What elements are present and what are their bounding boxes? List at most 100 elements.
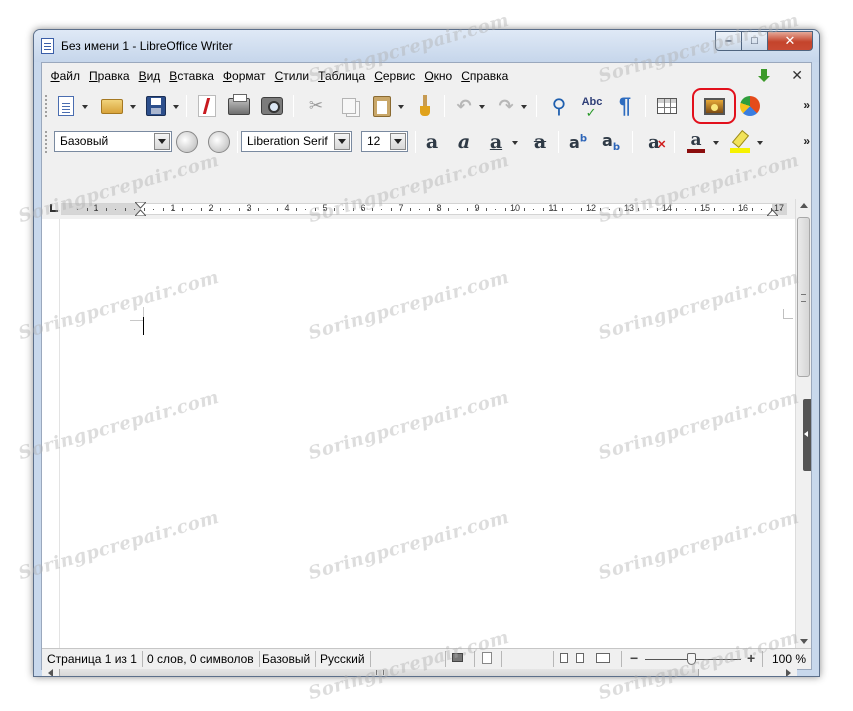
clear-formatting-button[interactable]: a bbox=[642, 130, 666, 154]
menu-help[interactable]: Справка bbox=[457, 69, 513, 83]
superscript-button[interactable]: ab bbox=[566, 130, 590, 154]
copy-button[interactable] bbox=[337, 94, 361, 118]
bold-button[interactable]: a bbox=[420, 130, 444, 154]
tab-stop-selector-icon[interactable] bbox=[50, 204, 58, 212]
find-replace-button[interactable]: ⚲ bbox=[547, 94, 571, 118]
status-insert-mode[interactable] bbox=[369, 651, 446, 667]
menu-window[interactable]: Окно bbox=[420, 69, 457, 83]
ruler-tick bbox=[457, 209, 458, 210]
print-preview-icon bbox=[261, 97, 283, 115]
print-preview-button[interactable] bbox=[260, 94, 284, 118]
menu-view[interactable]: Вид bbox=[134, 69, 165, 83]
highlight-dropdown-arrow[interactable] bbox=[757, 141, 763, 145]
open-dropdown-arrow[interactable] bbox=[130, 105, 136, 109]
print-button[interactable] bbox=[227, 93, 251, 118]
underline-dropdown-arrow[interactable] bbox=[512, 141, 518, 145]
scroll-right-arrow-icon[interactable] bbox=[786, 669, 791, 676]
ruler-tick bbox=[276, 208, 278, 211]
minimize-button[interactable]: ‒ bbox=[715, 31, 742, 51]
status-zoom-level[interactable]: 100 % bbox=[762, 651, 811, 667]
toolbar-grip[interactable] bbox=[45, 131, 49, 153]
scroll-left-arrow-icon[interactable] bbox=[48, 669, 53, 676]
new-dropdown-arrow[interactable] bbox=[82, 105, 88, 109]
update-style-button[interactable] bbox=[175, 130, 199, 154]
ruler-tick bbox=[656, 208, 658, 211]
chevron-down-icon bbox=[394, 139, 402, 144]
ruler-tick bbox=[305, 209, 306, 210]
zoom-out-button[interactable]: − bbox=[630, 650, 638, 666]
font-size-select[interactable]: 12 bbox=[361, 131, 408, 152]
redo-dropdown-arrow[interactable] bbox=[521, 105, 527, 109]
standard-toolbar-overflow-button[interactable]: » bbox=[803, 98, 809, 112]
title-bar[interactable]: Без имени 1 - LibreOffice Writer ‒ □ ✕ bbox=[34, 30, 819, 62]
ruler-tick bbox=[162, 208, 164, 211]
underline-button[interactable]: a bbox=[484, 130, 508, 154]
menu-file[interactable]: Файл bbox=[46, 69, 85, 83]
insert-chart-button[interactable] bbox=[738, 94, 762, 118]
menu-edit[interactable]: Правка bbox=[85, 69, 135, 83]
open-button[interactable] bbox=[100, 94, 124, 118]
paragraph-style-dropdown-button[interactable] bbox=[154, 133, 170, 150]
close-button[interactable]: ✕ bbox=[768, 31, 813, 51]
redo-button[interactable]: ↷ bbox=[494, 94, 518, 118]
ruler-right-indent-marker[interactable] bbox=[767, 202, 778, 216]
menu-styles[interactable]: Стили bbox=[270, 69, 314, 83]
cut-button[interactable]: ✂ bbox=[304, 94, 328, 118]
clone-formatting-button[interactable] bbox=[413, 94, 437, 118]
close-document-button[interactable]: ✕ bbox=[791, 67, 803, 84]
status-page-count[interactable]: Страница 1 из 1 bbox=[42, 651, 143, 667]
ruler-tick bbox=[115, 209, 116, 210]
new-document-button[interactable] bbox=[54, 94, 78, 118]
status-page-style[interactable]: Базовый bbox=[257, 651, 317, 667]
strikethrough-icon: a bbox=[533, 130, 547, 153]
save-dropdown-arrow[interactable] bbox=[173, 105, 179, 109]
ruler-tick bbox=[637, 208, 639, 211]
document-workspace[interactable] bbox=[42, 219, 797, 649]
undo-button[interactable]: ↶ bbox=[452, 94, 476, 118]
subscript-button[interactable]: ab bbox=[599, 130, 623, 154]
highlight-color-button[interactable] bbox=[728, 130, 752, 154]
spellcheck-button[interactable]: Abc bbox=[580, 94, 604, 121]
font-size-dropdown-button[interactable] bbox=[390, 133, 406, 150]
paste-button[interactable] bbox=[370, 94, 394, 118]
font-name-dropdown-button[interactable] bbox=[334, 133, 350, 150]
new-style-button[interactable] bbox=[207, 130, 231, 154]
menu-insert[interactable]: Вставка bbox=[165, 69, 219, 83]
insert-image-button[interactable] bbox=[702, 94, 726, 118]
font-name-select[interactable]: Liberation Serif bbox=[241, 131, 352, 152]
formatting-toolbar-overflow-button[interactable]: » bbox=[803, 134, 809, 148]
sidebar-toggle-handle[interactable] bbox=[803, 399, 811, 471]
zoom-in-button[interactable]: + bbox=[747, 650, 755, 666]
ruler-number: 10 bbox=[509, 203, 521, 213]
paste-dropdown-arrow[interactable] bbox=[398, 105, 404, 109]
status-signature[interactable] bbox=[475, 651, 502, 667]
menu-table[interactable]: Таблица bbox=[314, 69, 370, 83]
paragraph-style-select[interactable]: Базовый bbox=[54, 131, 172, 152]
insert-table-button[interactable] bbox=[655, 94, 679, 118]
font-color-dropdown-arrow[interactable] bbox=[713, 141, 719, 145]
status-word-count[interactable]: 0 слов, 0 символов bbox=[142, 651, 260, 667]
save-button[interactable] bbox=[144, 94, 168, 118]
maximize-button[interactable]: □ bbox=[742, 31, 768, 51]
toolbar-grip[interactable] bbox=[45, 95, 49, 117]
status-language[interactable]: Русский bbox=[315, 651, 371, 667]
horizontal-ruler[interactable]: 1 1 2 3 4 5 6 7 8 9 10 11 12 13 14 15 16… bbox=[61, 202, 787, 216]
scroll-up-arrow-icon[interactable] bbox=[800, 203, 808, 208]
menu-format[interactable]: Формат bbox=[218, 69, 270, 83]
menu-tools[interactable]: Сервис bbox=[370, 69, 420, 83]
ruler-tick bbox=[181, 208, 183, 211]
toolbar-separator bbox=[237, 131, 238, 153]
standard-toolbar: ✂ ↶ ↷ ⚲ Abc ¶ » bbox=[42, 88, 811, 124]
strikethrough-button[interactable]: a bbox=[528, 130, 552, 154]
vertical-scroll-thumb[interactable] bbox=[797, 217, 810, 377]
zoom-slider-thumb[interactable] bbox=[687, 653, 696, 665]
italic-button[interactable]: a bbox=[452, 130, 476, 154]
formatting-marks-button[interactable]: ¶ bbox=[613, 93, 637, 118]
undo-dropdown-arrow[interactable] bbox=[479, 105, 485, 109]
export-pdf-button[interactable] bbox=[195, 94, 219, 118]
scroll-down-arrow-icon[interactable] bbox=[800, 639, 808, 644]
ruler-left-indent-marker[interactable] bbox=[135, 202, 146, 216]
status-selection-mode[interactable] bbox=[446, 651, 475, 667]
font-color-button[interactable]: a bbox=[684, 130, 708, 154]
update-download-icon[interactable] bbox=[757, 68, 771, 83]
